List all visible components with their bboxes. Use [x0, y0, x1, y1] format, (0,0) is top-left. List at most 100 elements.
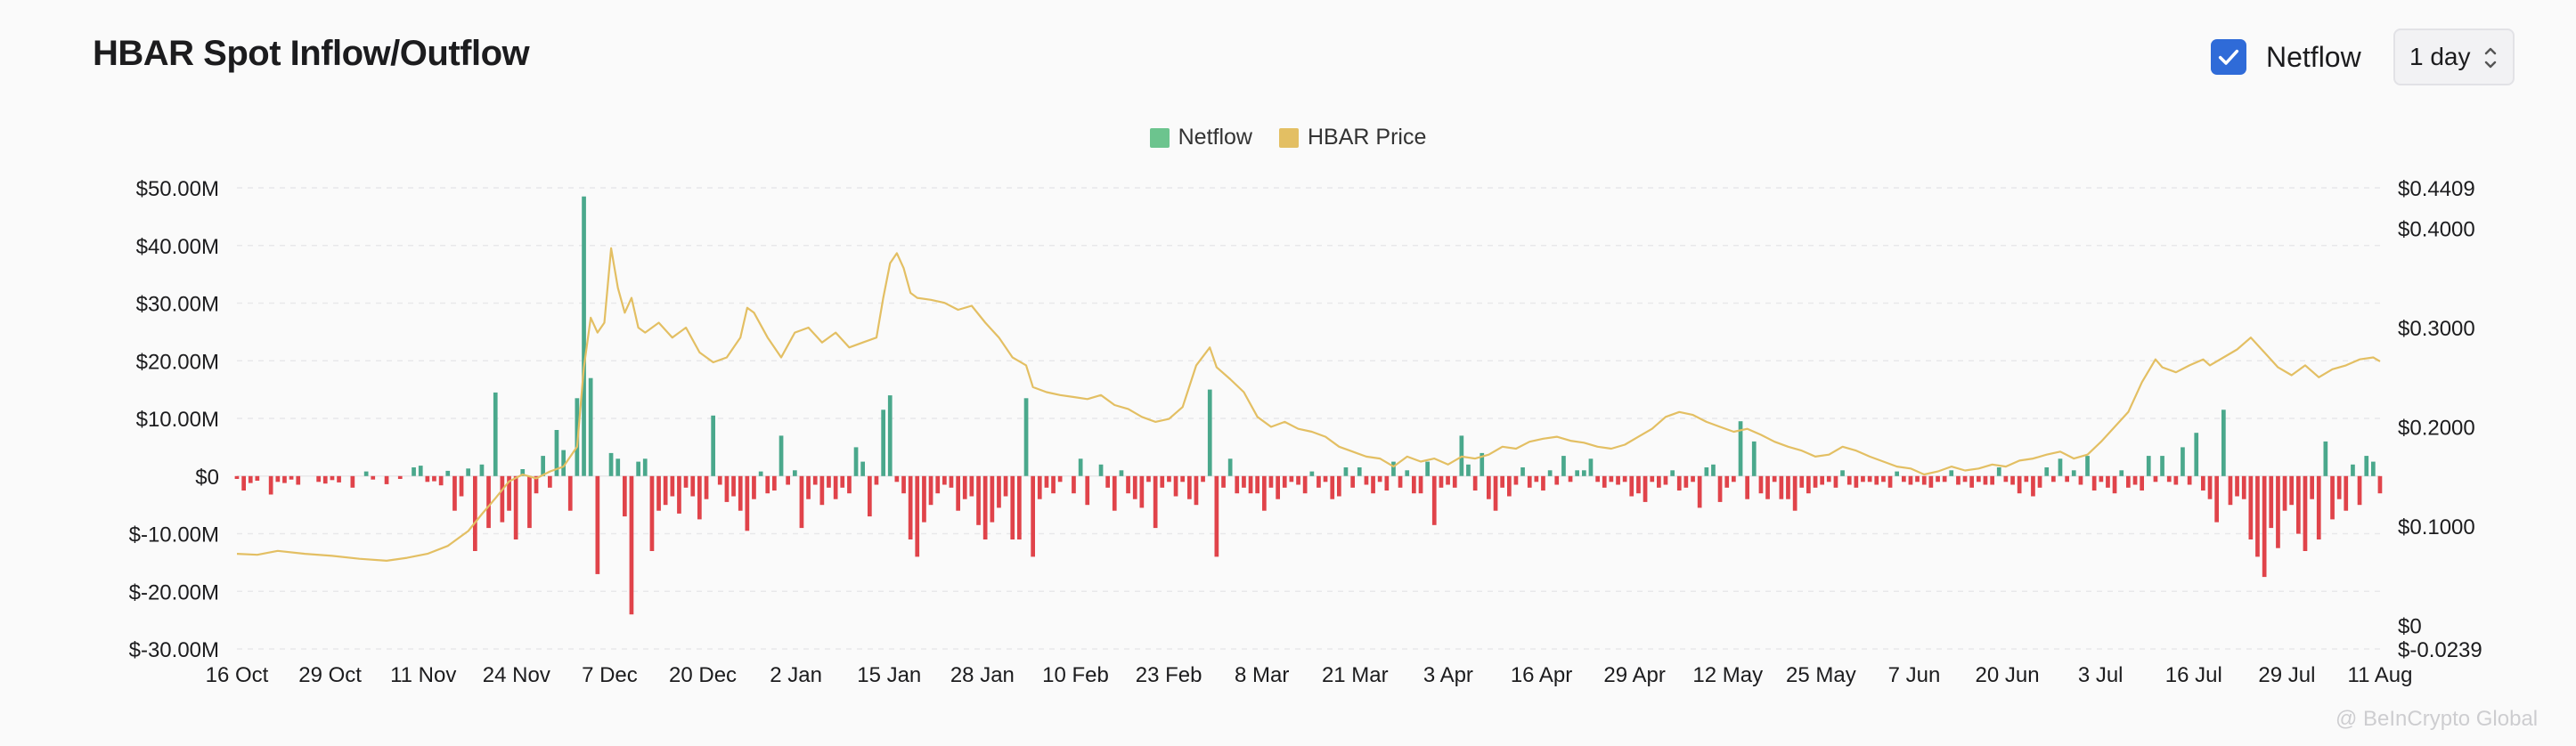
netflow-bar	[1813, 475, 1818, 488]
netflow-bar	[697, 475, 702, 520]
netflow-bar	[1194, 475, 1199, 506]
netflow-bar	[1691, 475, 1695, 482]
x-tick-label: 29 Oct	[298, 663, 362, 687]
right-tick-label: $0.3000	[2398, 317, 2475, 341]
netflow-bar	[466, 468, 470, 476]
left-tick-label: $10.00M	[136, 408, 219, 432]
netflow-bar	[2303, 475, 2308, 551]
netflow-bar	[1765, 475, 1770, 499]
netflow-bar	[765, 475, 770, 494]
netflow-bar	[2371, 461, 2376, 476]
netflow-bar	[1956, 475, 1961, 485]
netflow-bar	[724, 475, 730, 502]
netflow-bar	[316, 475, 321, 482]
netflow-bar	[2201, 475, 2205, 491]
x-axis-ticks: 16 Oct 29 Oct 11 Nov 24 Nov 7 Dec 20 Dec 2 Jan…	[206, 663, 2413, 687]
netflow-bar	[1031, 475, 1035, 557]
netflow-bar	[2330, 475, 2335, 520]
netflow-bar	[1255, 475, 1259, 494]
netflow-bar	[656, 475, 661, 511]
netflow-bar	[1724, 475, 1730, 488]
netflow-bar	[1887, 475, 1893, 488]
grid-lines	[237, 187, 2380, 650]
netflow-bar	[772, 475, 777, 491]
netflow-bar	[241, 475, 246, 491]
netflow-bar	[350, 475, 355, 488]
netflow-bar	[1772, 475, 1777, 482]
netflow-bar	[445, 470, 451, 476]
netflow-bar	[990, 475, 995, 523]
netflow-bar	[2099, 475, 2104, 482]
netflow-bar	[1977, 475, 1981, 482]
x-tick-label: 25 May	[1786, 663, 1856, 687]
netflow-bar	[513, 475, 518, 539]
netflow-bar	[833, 475, 838, 499]
netflow-bar	[1717, 475, 1723, 502]
netflow-bar	[548, 475, 552, 488]
netflow-bar	[982, 475, 988, 539]
netflow-bar	[1323, 475, 1328, 482]
x-tick-label: 2 Jan	[770, 663, 822, 687]
netflow-bar	[663, 475, 668, 506]
netflow-bar	[1180, 475, 1185, 482]
netflow-bar	[1167, 475, 1171, 482]
netflow-bar	[1146, 475, 1151, 482]
netflow-bar	[717, 475, 722, 485]
netflow-bar	[2248, 475, 2254, 539]
netflow-bar	[690, 475, 696, 497]
netflow-bar	[1431, 475, 1437, 525]
netflow-bar	[2126, 475, 2131, 488]
right-tick-label: $-0.0239	[2398, 638, 2482, 662]
x-tick-label: 29 Jul	[2258, 663, 2315, 687]
netflow-bar	[928, 475, 933, 506]
netflow-bar	[1085, 475, 1090, 506]
left-tick-label: $40.00M	[136, 235, 219, 259]
netflow-bar	[2228, 475, 2233, 506]
netflow-bar	[1928, 475, 1934, 488]
netflow-bar	[1044, 475, 1049, 488]
netflow-bar	[949, 475, 954, 488]
netflow-bar	[1207, 389, 1212, 476]
netflow-bar	[1751, 441, 1757, 476]
netflow-bar	[412, 467, 416, 476]
netflow-bar	[1302, 475, 1308, 494]
x-tick-label: 16 Apr	[1511, 663, 1572, 687]
netflow-bar	[779, 435, 784, 476]
netflow-bar	[1554, 475, 1560, 485]
netflow-bar	[322, 475, 328, 484]
netflow-bar	[473, 475, 477, 551]
netflow-bar	[1126, 475, 1130, 494]
netflow-bar	[2051, 475, 2056, 482]
netflow-bar	[418, 466, 423, 476]
netflow-bar	[1010, 475, 1015, 539]
netflow-bar	[500, 475, 505, 523]
netflow-bar	[1663, 475, 1668, 485]
netflow-bar	[1221, 475, 1226, 488]
netflow-bar	[2296, 475, 2301, 534]
netflow-bar	[1949, 470, 1954, 476]
netflow-bar	[2119, 470, 2124, 476]
netflow-bar	[812, 475, 818, 485]
netflow-bar	[337, 475, 341, 482]
netflow-bar	[1384, 475, 1390, 491]
netflow-bar	[1561, 456, 1566, 476]
netflow-bar	[459, 475, 464, 497]
netflow-bar	[642, 458, 648, 476]
netflow-bar	[1262, 475, 1267, 511]
netflow-bar	[2194, 433, 2199, 476]
netflow-bar	[793, 470, 797, 476]
netflow-bar	[2235, 475, 2239, 497]
netflow-bar	[2044, 467, 2050, 476]
netflow-bar	[1520, 467, 1525, 476]
netflow-bar	[881, 409, 885, 476]
netflow-bar	[1820, 475, 1824, 485]
netflow-bar	[1023, 398, 1029, 476]
watermark: @ BeInCrypto Global	[2336, 707, 2539, 731]
netflow-bar	[282, 475, 287, 483]
netflow-bar	[908, 475, 913, 539]
netflow-bar	[1588, 458, 1594, 476]
x-tick-label: 15 Jan	[857, 663, 921, 687]
netflow-bar	[2255, 475, 2260, 557]
netflow-bar	[2153, 475, 2158, 482]
netflow-bar	[1098, 464, 1104, 476]
